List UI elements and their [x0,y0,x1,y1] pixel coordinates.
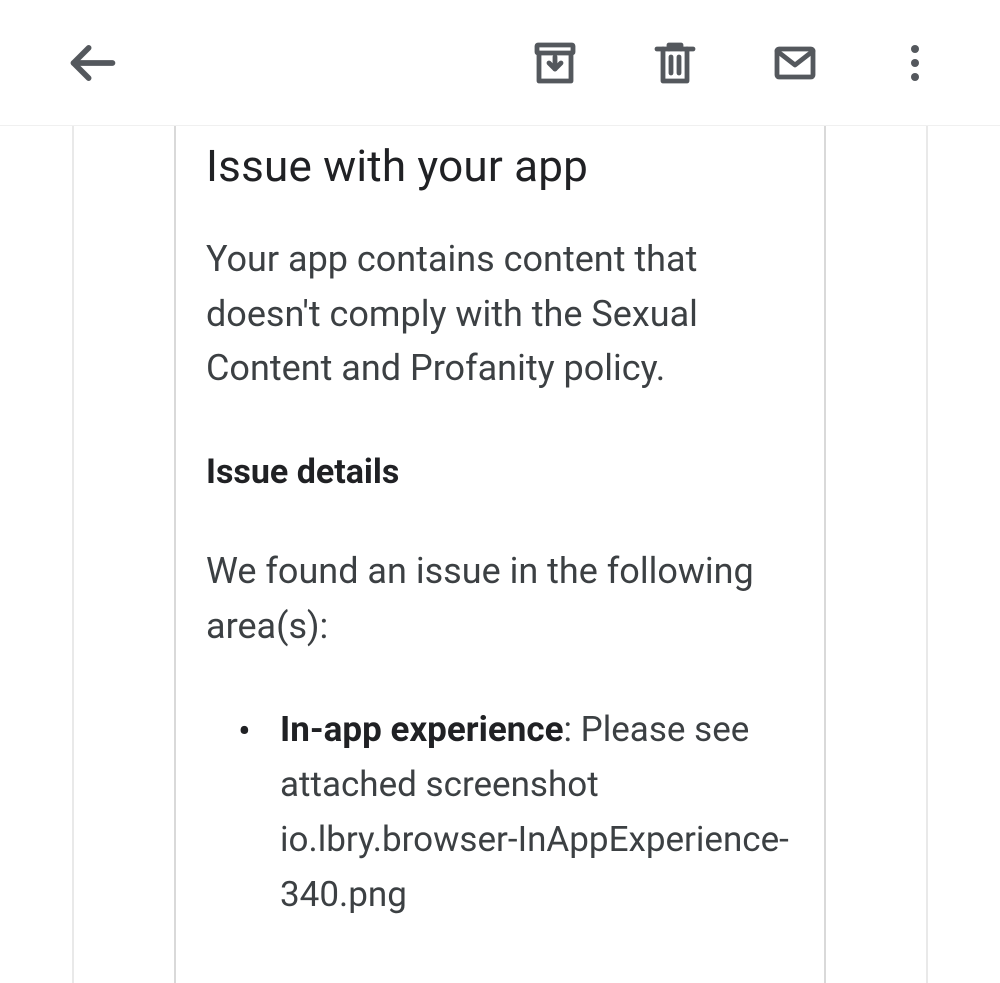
trash-icon [651,39,699,87]
outer-border-right [926,126,928,983]
list-item-label: In-app experience [280,709,564,750]
mail-icon [771,39,819,87]
outer-border-left [72,126,74,983]
email-content-card: Issue with your app Your app contains co… [174,126,826,983]
issue-lead-paragraph: Your app contains content that doesn't c… [206,232,794,396]
archive-button[interactable] [510,18,600,108]
email-toolbar [0,0,1000,126]
archive-icon [531,39,579,87]
list-item: In-app experience: Please see attached s… [280,702,794,923]
back-button[interactable] [48,18,138,108]
issue-details-heading: Issue details [206,452,794,492]
mark-unread-button[interactable] [750,18,840,108]
issue-details-intro: We found an issue in the following area(… [206,544,794,653]
more-options-button[interactable] [870,18,960,108]
email-body-area: Issue with your app Your app contains co… [0,126,1000,983]
back-icon [67,37,119,89]
delete-button[interactable] [630,18,720,108]
issue-heading: Issue with your app [206,140,794,192]
issue-details-list: In-app experience: Please see attached s… [206,702,794,923]
more-icon [891,39,939,87]
